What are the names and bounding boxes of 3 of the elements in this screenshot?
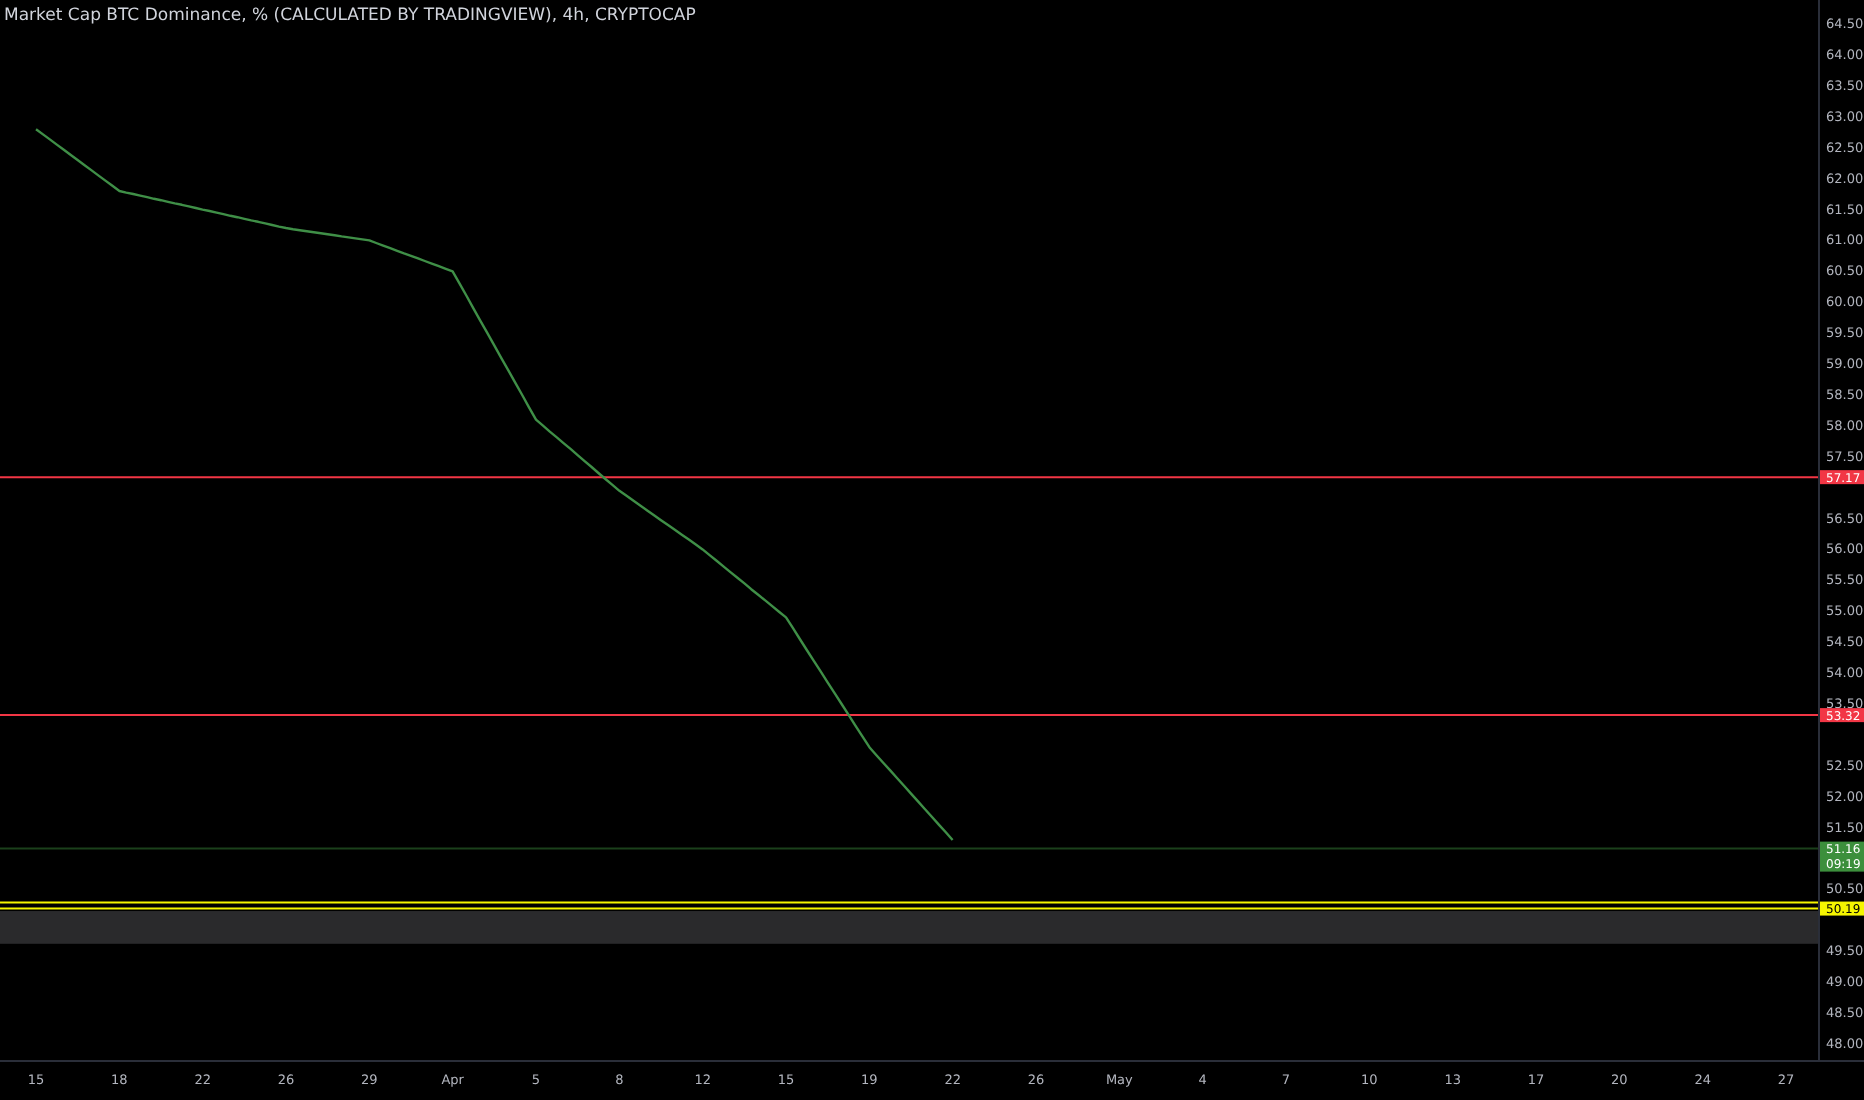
chart-title: Market Cap BTC Dominance, % (CALCULATED BY TRADINGVIEW), 4h, CRYPTOCAP [4, 6, 696, 26]
horizontal-line[interactable] [0, 714, 1819, 717]
horizontal-line[interactable] [0, 476, 1819, 479]
